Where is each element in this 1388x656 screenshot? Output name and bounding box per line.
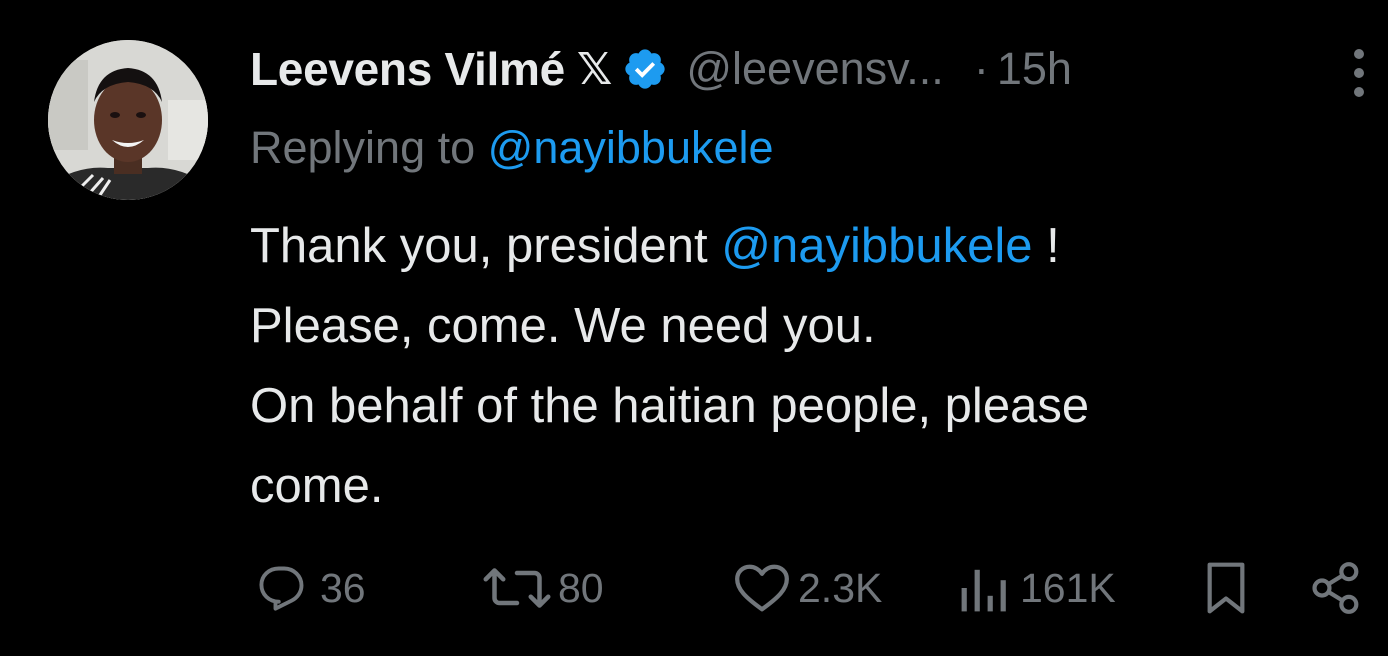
- tweet: Leevens Vilmé 𝕏 @leevensv... · 15h Reply…: [0, 0, 1388, 656]
- tweet-body: Thank you, president @nayibbukele ! Plea…: [250, 206, 1360, 526]
- share-button[interactable]: [1310, 560, 1362, 616]
- like-count: 2.3K: [798, 564, 883, 611]
- reply-button[interactable]: 36: [250, 560, 366, 616]
- bookmark-icon: [1207, 562, 1245, 614]
- views-count: 161K: [1020, 564, 1116, 611]
- repost-count: 80: [558, 564, 604, 611]
- share-icon: [1312, 562, 1359, 614]
- action-bar: 36 80 2.3K 161K: [250, 560, 1370, 616]
- tweet-body-line-1: Thank you, president @nayibbukele !: [250, 206, 1360, 286]
- separator-dot: ·: [973, 43, 989, 94]
- tweet-body-line-3: On behalf of the haitian people, please: [250, 379, 1090, 433]
- verified-icon[interactable]: [622, 46, 668, 92]
- tweet-body-line-4: come.: [250, 459, 384, 513]
- views-icon: [961, 569, 1006, 612]
- reply-icon: [259, 566, 304, 611]
- replying-to-line: Replying to @nayibbukele: [250, 122, 774, 174]
- like-button[interactable]: 2.3K: [732, 560, 882, 616]
- more-icon[interactable]: [1345, 46, 1373, 102]
- tweet-header: Leevens Vilmé 𝕏 @leevensv... · 15h: [250, 38, 1072, 100]
- avatar[interactable]: [48, 40, 208, 200]
- author-handle[interactable]: @leevensv...: [686, 43, 943, 95]
- tweet-body-text: Thank you, president: [250, 219, 722, 273]
- reply-count: 36: [320, 564, 366, 611]
- tweet-body-line-2: Please, come. We need you.: [250, 299, 876, 353]
- views-button[interactable]: 161K: [956, 560, 1116, 616]
- bookmark-button[interactable]: [1202, 560, 1250, 616]
- repost-button[interactable]: 80: [482, 560, 604, 616]
- repost-icon: [483, 568, 551, 608]
- tweet-timestamp[interactable]: 15h: [997, 43, 1072, 95]
- replying-to-label: Replying to: [250, 122, 476, 173]
- x-badge-icon: 𝕏: [576, 43, 613, 95]
- author-display-name[interactable]: Leevens Vilmé: [250, 42, 565, 96]
- like-icon: [735, 564, 789, 612]
- reply-to-mention-link[interactable]: @nayibbukele: [488, 122, 774, 173]
- body-mention-link[interactable]: @nayibbukele: [721, 219, 1032, 273]
- tweet-body-text: !: [1032, 219, 1060, 273]
